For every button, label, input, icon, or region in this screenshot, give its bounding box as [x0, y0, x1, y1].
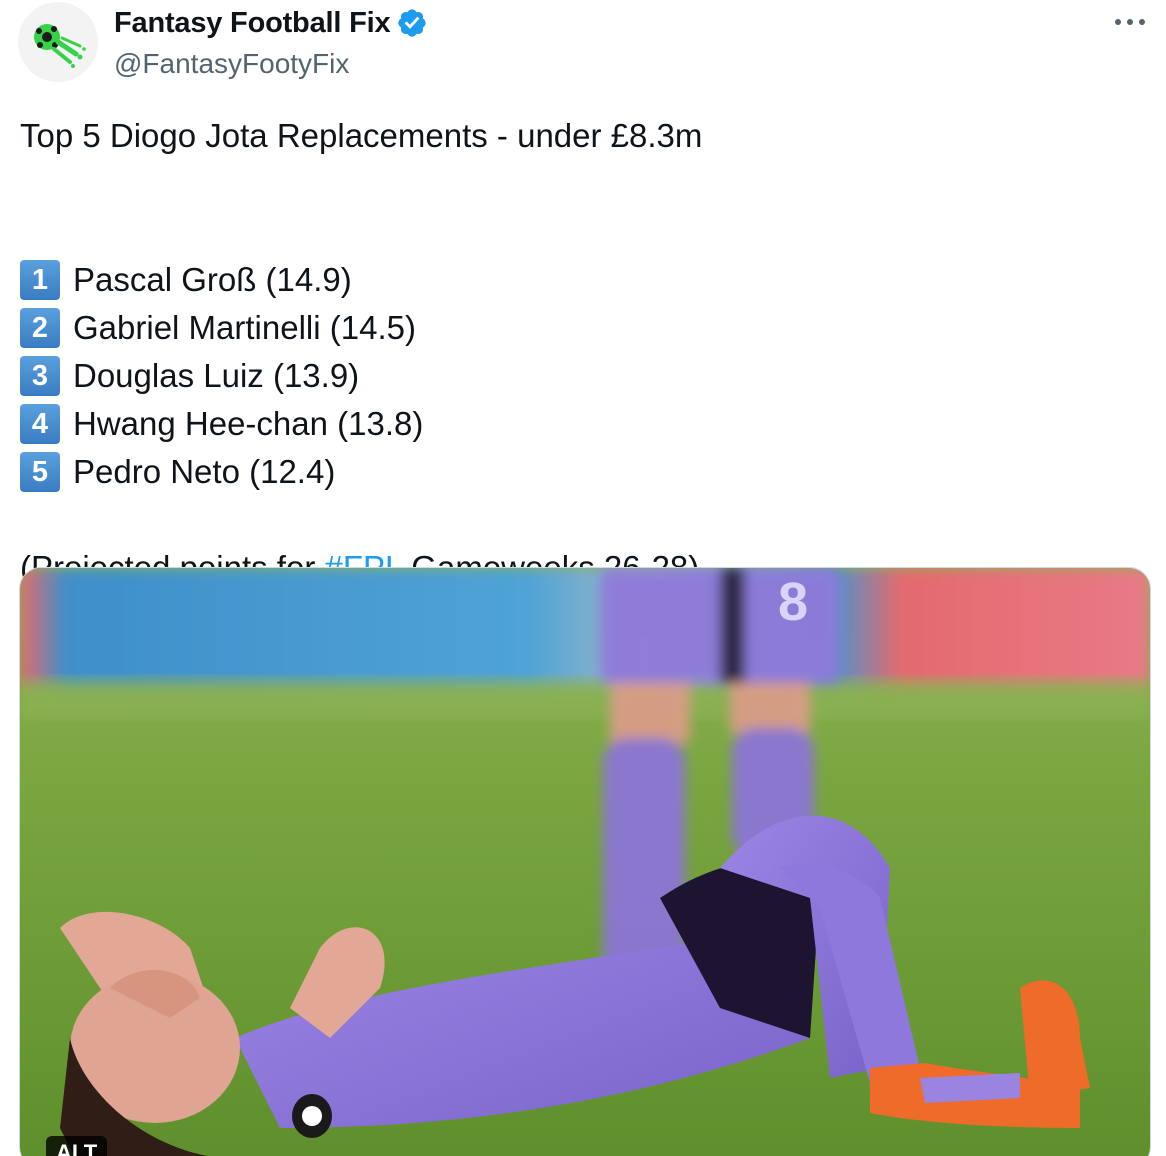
keycap-four-icon: 4 — [20, 404, 60, 444]
list-item-text: Gabriel Martinelli (14.5) — [73, 309, 416, 346]
author-block: Fantasy Football Fix @FantasyFootyFix — [114, 4, 428, 80]
list-item-text: Douglas Luiz (13.9) — [73, 357, 360, 394]
list-item: 1 Pascal Groß (14.9) — [20, 256, 1140, 304]
tweet-title: Top 5 Diogo Jota Replacements - under £8… — [20, 117, 703, 154]
tweet-photo[interactable]: 8 ALT — [19, 567, 1151, 1156]
list-item: 5 Pedro Neto (12.4) — [20, 448, 1140, 496]
tweet-text: Top 5 Diogo Jota Replacements - under £8… — [20, 112, 1140, 592]
keycap-three-icon: 3 — [20, 356, 60, 396]
display-name[interactable]: Fantasy Football Fix — [114, 7, 391, 40]
list-item: 4 Hwang Hee-chan (13.8) — [20, 400, 1140, 448]
list-item-text: Pascal Groß (14.9) — [73, 261, 352, 298]
alt-text-button[interactable]: ALT — [46, 1136, 108, 1156]
keycap-two-icon: 2 — [20, 308, 60, 348]
list-item-text: Hwang Hee-chan (13.8) — [73, 405, 424, 442]
football-fire-logo-icon — [18, 2, 98, 82]
player-photo: 8 — [20, 568, 1150, 1156]
kit-number: 8 — [778, 572, 808, 632]
list-item: 3 Douglas Luiz (13.9) — [20, 352, 1140, 400]
more-options-icon[interactable] — [1112, 8, 1148, 36]
keycap-one-icon: 1 — [20, 260, 60, 300]
avatar[interactable] — [18, 2, 98, 82]
verified-badge-icon — [398, 9, 427, 37]
display-name-row: Fantasy Football Fix — [114, 4, 428, 42]
list-item-text: Pedro Neto (12.4) — [73, 453, 336, 490]
keycap-five-icon: 5 — [20, 452, 60, 492]
tweet: Fantasy Football Fix @FantasyFootyFix To… — [0, 0, 1166, 1156]
handle[interactable]: @FantasyFootyFix — [114, 48, 428, 80]
list-item: 2 Gabriel Martinelli (14.5) — [20, 304, 1140, 352]
